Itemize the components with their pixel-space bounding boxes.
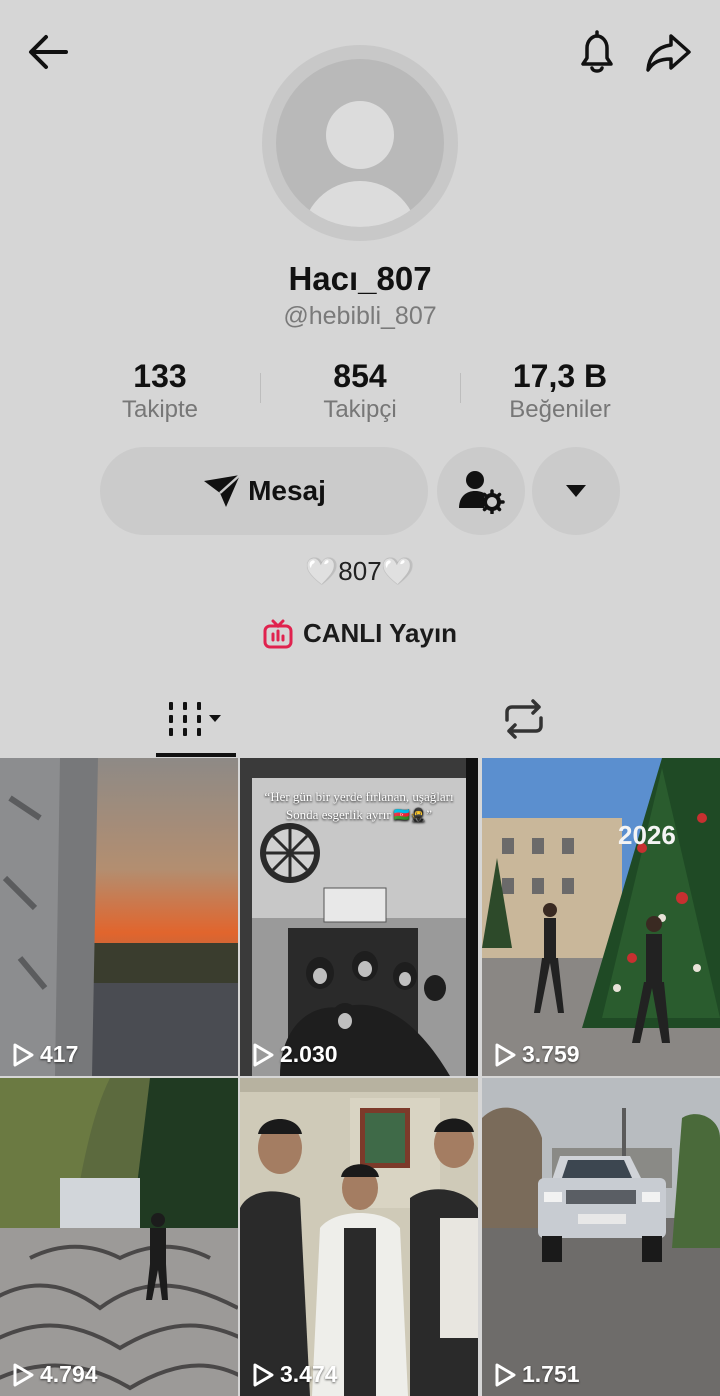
stat-value: 854 xyxy=(333,358,387,394)
share-button[interactable] xyxy=(640,26,696,78)
repost-icon xyxy=(505,699,543,739)
share-arrow-icon xyxy=(646,34,691,72)
back-button[interactable] xyxy=(22,28,74,76)
video-tile[interactable]: “Her gün bir yerde fırlanan, uşağları So… xyxy=(240,758,478,1076)
bio: 🤍807🤍 xyxy=(0,556,720,587)
display-name: Hacı_807 xyxy=(288,260,432,297)
arrow-left-icon xyxy=(29,35,68,69)
stat-value: 133 xyxy=(133,358,187,394)
view-count-value: 1.751 xyxy=(522,1361,580,1387)
video-thumbnail: 2026 xyxy=(482,758,720,1076)
view-count-value: 3.759 xyxy=(522,1041,580,1067)
stat-likes[interactable]: 17,3 B Beğeniler xyxy=(460,357,660,427)
message-button-label: Mesaj xyxy=(248,475,326,506)
view-count-value: 3.474 xyxy=(280,1361,338,1387)
stat-label: Beğeniler xyxy=(509,396,611,423)
view-count: 2.030 xyxy=(252,1041,338,1068)
more-options-button[interactable] xyxy=(532,447,620,535)
video-overlay-text: “Her gün bir yerde fırlanan, uşağları So… xyxy=(264,789,454,822)
view-count-value: 2.030 xyxy=(280,1041,338,1067)
view-count: 417 xyxy=(12,1041,78,1068)
stat-label: Takipçi xyxy=(323,396,397,423)
view-count: 3.759 xyxy=(494,1041,580,1068)
caret-down-icon xyxy=(566,485,586,497)
username: @hebibli_807 xyxy=(283,302,437,330)
stat-label: Takipte xyxy=(121,396,199,423)
play-outline-icon xyxy=(495,1363,516,1386)
video-thumbnail xyxy=(240,1078,478,1396)
video-thumbnail xyxy=(0,758,238,1076)
live-link[interactable]: CANLI Yayın xyxy=(0,618,720,649)
play-outline-icon xyxy=(253,1363,274,1386)
active-tab-indicator xyxy=(156,753,236,757)
white-heart-icon: 🤍 xyxy=(305,556,339,586)
white-heart-icon: 🤍 xyxy=(381,556,415,586)
stat-value: 17,3 B xyxy=(512,358,608,394)
stat-divider xyxy=(260,373,261,403)
bio-text: 807 xyxy=(338,556,382,586)
play-outline-icon xyxy=(253,1043,274,1066)
play-outline-icon xyxy=(13,1363,34,1386)
view-count: 1.751 xyxy=(494,1361,580,1388)
stat-following[interactable]: 133 Takipte xyxy=(60,357,260,427)
message-button[interactable]: Mesaj xyxy=(100,447,428,535)
avatar[interactable] xyxy=(262,45,458,241)
video-tile[interactable]: 417 xyxy=(0,758,238,1076)
view-count-value: 4.794 xyxy=(40,1361,98,1387)
tv-live-icon xyxy=(263,619,293,648)
video-tile[interactable]: 1.751 xyxy=(482,1078,720,1396)
play-outline-icon xyxy=(13,1043,34,1066)
video-tile[interactable]: 2026 3.759 xyxy=(482,758,720,1076)
notifications-button[interactable] xyxy=(570,26,624,78)
play-outline-icon xyxy=(495,1043,516,1066)
content-tabs xyxy=(0,680,720,758)
stat-followers[interactable]: 854 Takipçi xyxy=(260,357,460,427)
person-gear-icon xyxy=(459,471,505,514)
video-overlay-text: 2026 xyxy=(618,820,676,850)
default-avatar-icon xyxy=(276,59,444,227)
video-tile[interactable]: 3.474 xyxy=(240,1078,478,1396)
tab-videos[interactable] xyxy=(156,680,236,758)
profile-stats: 133 Takipte 854 Takipçi 17,3 B Beğeniler xyxy=(60,357,660,427)
video-thumbnail: “Her gün bir yerde fırlanan, uşağları So… xyxy=(240,758,478,1076)
profile-settings-button[interactable] xyxy=(437,447,525,535)
video-thumbnail xyxy=(0,1078,238,1396)
grid-bars-icon xyxy=(169,702,221,736)
tab-reposts[interactable] xyxy=(484,680,564,758)
bell-icon xyxy=(581,30,613,73)
view-count: 4.794 xyxy=(12,1361,98,1388)
video-thumbnail xyxy=(482,1078,720,1396)
live-label: CANLI Yayın xyxy=(302,618,458,648)
view-count-value: 417 xyxy=(40,1041,79,1067)
view-count: 3.474 xyxy=(252,1361,338,1388)
paper-plane-icon xyxy=(204,474,241,507)
stat-divider xyxy=(460,373,461,403)
video-tile[interactable]: 4.794 xyxy=(0,1078,238,1396)
